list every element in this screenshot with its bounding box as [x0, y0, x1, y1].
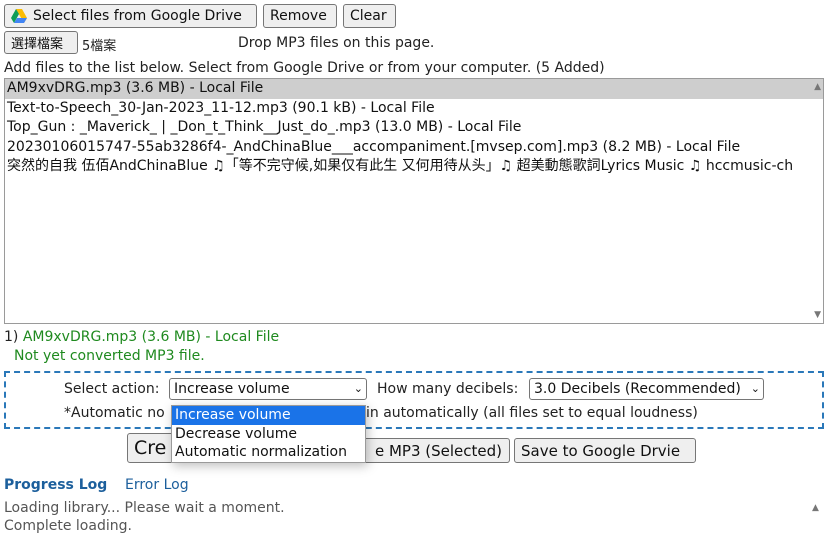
save-drive-label: Save to Google Drvie [521, 441, 681, 460]
scroll-up-arrow-icon[interactable]: ▲ [814, 82, 821, 92]
save-mp3-label: e MP3 (Selected) [374, 441, 502, 460]
select-google-drive-button[interactable]: Select files from Google Drive [4, 4, 257, 28]
option-increase-volume[interactable]: Increase volume [172, 406, 365, 425]
clear-label: Clear [350, 8, 387, 24]
create-button-label: Cre [134, 437, 167, 459]
option-decrease-volume[interactable]: Decrease volume [172, 425, 365, 444]
chevron-down-icon: ⌄ [750, 382, 760, 395]
google-drive-icon [11, 9, 27, 23]
scroll-down-arrow-icon[interactable]: ▼ [814, 310, 821, 320]
selected-file-info: 1) AM9xvDRG.mp3 (3.6 MB) - Local File [4, 329, 279, 345]
decibels-label: How many decibels: [377, 381, 519, 397]
remove-button[interactable]: Remove [263, 4, 337, 28]
log-line: Loading library... Please wait a moment. [4, 500, 285, 516]
auto-note-start: *Automatic no [64, 405, 165, 421]
action-select-value: Increase volume [174, 381, 290, 397]
list-item[interactable]: AM9xvDRG.mp3 (3.6 MB) - Local File [5, 79, 823, 99]
select-google-drive-label: Select files from Google Drive [33, 8, 242, 24]
list-item[interactable]: Top_Gun : _Maverick_ | _Don_t_Think__Jus… [5, 118, 823, 138]
decibels-select[interactable]: 3.0 Decibels (Recommended) ⌄ [529, 378, 764, 400]
remove-label: Remove [270, 8, 327, 24]
chevron-down-icon: ⌄ [353, 382, 363, 395]
file-list[interactable]: AM9xvDRG.mp3 (3.6 MB) - Local File Text-… [4, 78, 824, 324]
file-count: 5檔案 [82, 39, 117, 54]
tab-progress-log[interactable]: Progress Log [4, 477, 107, 493]
drop-hint: Drop MP3 files on this page. [238, 35, 435, 51]
choose-file-label: 選擇檔案 [11, 37, 64, 52]
action-dropdown-menu[interactable]: Increase volume Decrease volume Automati… [171, 405, 366, 463]
decibels-select-value: 3.0 Decibels (Recommended) [534, 381, 741, 397]
option-automatic-normalization[interactable]: Automatic normalization [172, 443, 365, 462]
log-line: Complete loading. [4, 518, 132, 534]
list-item[interactable]: Text-to-Speech_30-Jan-2023_11-12.mp3 (90… [5, 99, 823, 119]
tab-error-log[interactable]: Error Log [125, 477, 189, 493]
choose-file-button[interactable]: 選擇檔案 [4, 31, 78, 54]
selected-file-index: 1) [4, 329, 19, 345]
log-scroll-up-icon[interactable]: ▲ [812, 503, 819, 513]
selected-file-name: AM9xvDRG.mp3 (3.6 MB) - Local File [22, 329, 280, 345]
list-header: Add files to the list below. Select from… [4, 60, 605, 76]
list-item[interactable]: 突然的自我 伍佰AndChinaBlue ♫「等不完守候,如果仅有此生 又何用待… [5, 157, 823, 177]
select-action-label: Select action: [64, 381, 160, 397]
save-to-google-drive-button[interactable]: Save to Google Drvie [514, 438, 696, 463]
clear-button[interactable]: Clear [343, 4, 396, 28]
auto-note-end: in automatically (all files set to equal… [366, 405, 698, 421]
list-item[interactable]: 20230106015747-55ab3286f4-_AndChinaBlue_… [5, 138, 823, 158]
selected-file-status: Not yet converted MP3 file. [14, 348, 205, 364]
action-select[interactable]: Increase volume ⌄ [169, 378, 367, 400]
